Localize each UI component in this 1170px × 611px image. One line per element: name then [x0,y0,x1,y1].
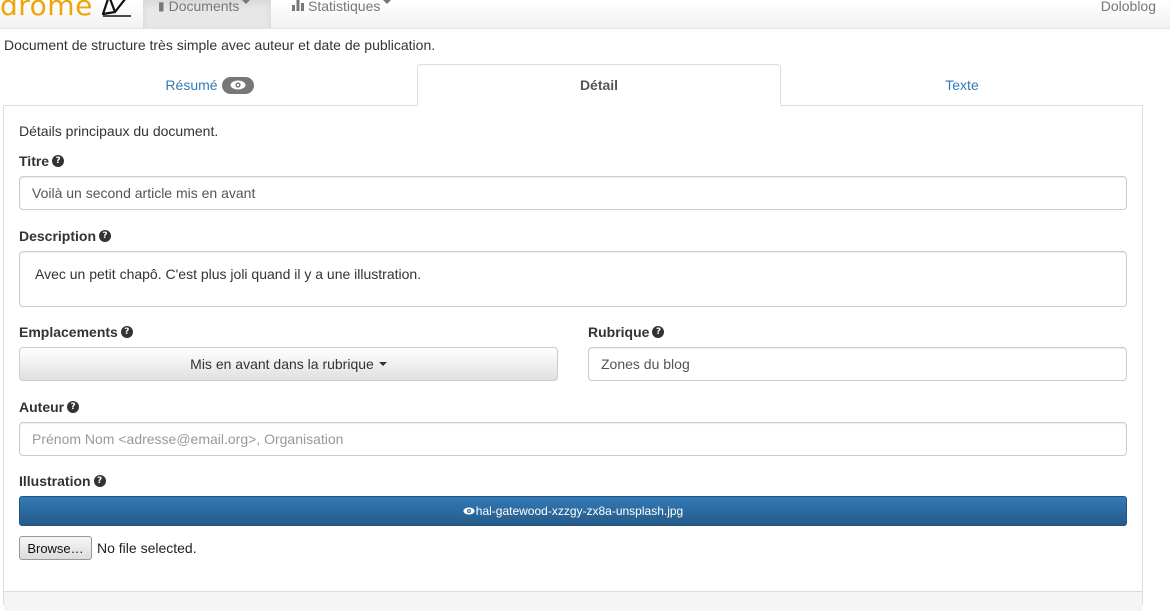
titre-label-text: Titre [19,153,50,169]
navbar: drome ▮ Documents Statistiques Doloblog [0,0,1170,29]
eye-icon [463,507,475,515]
page-intro: Document de structure très simple avec a… [4,37,436,53]
tab-texte[interactable]: Texte [781,64,1143,106]
auteur-label-text: Auteur [19,399,65,415]
help-icon[interactable]: ? [652,326,665,338]
tab-bar: Résumé Détail Texte [3,64,1143,106]
pen-logo-icon [101,0,131,17]
titre-input[interactable]: Voilà un second article mis en avant [19,176,1127,210]
brand-text: drome [0,0,93,22]
description-value: Avec un petit chapô. C'est plus joli qua… [35,266,422,282]
tab-resume-label: Résumé [165,77,218,93]
browse-button[interactable]: Browse… [19,536,92,560]
emplacements-label: Emplacements ? [19,324,133,340]
help-icon[interactable]: ? [99,230,112,242]
tab-detail-label: Détail [579,77,619,93]
nav-stats-label: Statistiques [308,0,381,14]
nav-site-link[interactable]: Doloblog [1101,0,1156,13]
emplacements-dropdown[interactable]: Mis en avant dans la rubrique [19,347,558,381]
eye-badge-icon [221,76,254,94]
help-icon[interactable]: ? [120,326,133,338]
bar-chart-icon [292,0,304,13]
tab-detail[interactable]: Détail [417,64,781,106]
illustration-filename: hal-gatewood-xzzgy-zx8a-unsplash.jpg [475,504,684,518]
description-label: Description ? [19,228,112,244]
auteur-input[interactable]: Prénom Nom <adresse@email.org>, Organisa… [19,422,1127,456]
chevron-down-icon [383,0,392,4]
help-icon[interactable]: ? [67,401,80,413]
illustration-label: Illustration ? [19,473,106,489]
tab-resume[interactable]: Résumé [3,64,416,106]
auteur-placeholder: Prénom Nom <adresse@email.org>, Organisa… [32,431,344,447]
no-file-text: No file selected. [97,540,197,556]
panel-description: Détails principaux du document. [19,123,219,139]
titre-label: Titre ? [19,153,65,169]
panel-footer [4,591,1142,611]
titre-value: Voilà un second article mis en avant [32,185,256,201]
help-icon[interactable]: ? [52,155,65,167]
document-icon: ▮ [158,0,165,13]
help-icon[interactable]: ? [93,475,106,487]
illustration-label-text: Illustration [19,473,91,489]
tab-texte-label: Texte [945,77,979,93]
nav-stats-menu[interactable]: Statistiques [277,0,406,28]
emplacements-label-text: Emplacements [19,324,118,340]
brand-logo[interactable]: drome [0,0,133,22]
illustration-view-button[interactable]: hal-gatewood-xzzgy-zx8a-unsplash.jpg [19,496,1127,526]
nav-documents-menu[interactable]: ▮ Documents [143,0,271,28]
chevron-down-icon [242,0,251,4]
chevron-down-icon [378,362,387,366]
rubrique-input[interactable]: Zones du blog [588,347,1127,381]
rubrique-label: Rubrique ? [588,324,665,340]
auteur-label: Auteur ? [19,399,80,415]
description-label-text: Description [19,228,97,244]
rubrique-label-text: Rubrique [588,324,650,340]
rubrique-value: Zones du blog [601,356,690,372]
description-textarea[interactable]: Avec un petit chapô. C'est plus joli qua… [19,251,1127,307]
emplacements-value: Mis en avant dans la rubrique [190,356,374,372]
nav-documents-label: Documents [168,0,240,14]
